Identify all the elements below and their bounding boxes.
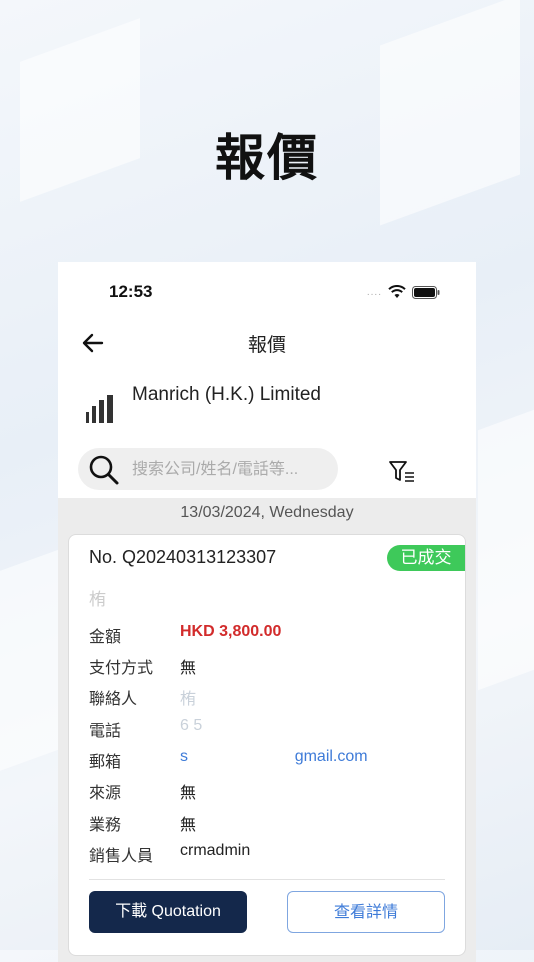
field-salesperson: 銷售人員 crmadmin bbox=[89, 842, 449, 866]
field-amount: 金額 HKD 3,800.00 bbox=[89, 623, 449, 647]
field-label: 郵箱 bbox=[89, 754, 122, 771]
page-title: 報價 bbox=[247, 335, 286, 356]
building-chart-icon bbox=[86, 395, 113, 423]
customer-name: 栯 bbox=[89, 590, 106, 609]
search-row bbox=[58, 448, 476, 494]
signal-icon: .... bbox=[366, 286, 382, 298]
status-badge: 已成交 bbox=[387, 545, 465, 571]
quotation-card[interactable]: No. Q20240313123307 已成交 栯 金額 HKD 3,800.0… bbox=[68, 534, 466, 956]
divider bbox=[89, 879, 445, 880]
status-bar: 12:53 .... bbox=[58, 282, 476, 304]
field-value: 無 bbox=[180, 817, 197, 834]
field-value: 無 bbox=[180, 785, 197, 802]
background-shape bbox=[478, 409, 534, 691]
field-value[interactable]: s gmail.com bbox=[180, 748, 368, 766]
field-label: 銷售人員 bbox=[89, 848, 154, 865]
field-value: 栯 bbox=[180, 691, 197, 708]
status-time: 12:53 bbox=[109, 282, 153, 301]
field-value: 6 5 bbox=[180, 717, 203, 734]
field-value: HKD 3,800.00 bbox=[180, 623, 282, 640]
field-business: 業務 無 bbox=[89, 811, 449, 835]
battery-icon bbox=[412, 285, 440, 299]
company-name: Manrich (H.K.) Limited bbox=[132, 384, 321, 405]
background-shape bbox=[380, 0, 520, 226]
phone-screen: 12:53 .... 報價 Manrich (H.K.) Limited 搜索公… bbox=[58, 262, 476, 962]
field-label: 金額 bbox=[89, 629, 122, 646]
quotation-list: 13/03/2024, Wednesday No. Q2024031312330… bbox=[58, 498, 476, 962]
field-contact: 聯絡人 栯 bbox=[89, 685, 449, 709]
field-label: 業務 bbox=[89, 817, 122, 834]
view-details-button[interactable]: 查看詳情 bbox=[287, 891, 445, 933]
field-email: 郵箱 s gmail.com bbox=[89, 748, 449, 772]
field-source: 來源 無 bbox=[89, 779, 449, 803]
company-header: Manrich (H.K.) Limited bbox=[84, 380, 454, 430]
date-header: 13/03/2024, Wednesday bbox=[180, 504, 354, 521]
field-payment-method: 支付方式 無 bbox=[89, 654, 449, 678]
field-label: 聯絡人 bbox=[89, 691, 138, 708]
quotation-number: No. Q20240313123307 bbox=[89, 547, 277, 567]
field-value: crmadmin bbox=[180, 842, 251, 859]
search-icon bbox=[89, 455, 119, 485]
navigation-bar: 報價 bbox=[58, 326, 476, 358]
search-box[interactable] bbox=[78, 448, 338, 492]
background-shape bbox=[0, 549, 60, 771]
filter-icon[interactable] bbox=[388, 456, 418, 486]
field-label: 支付方式 bbox=[89, 660, 154, 677]
promo-title: 報價 bbox=[215, 129, 319, 187]
field-phone: 電話 6 5 bbox=[89, 717, 449, 741]
wifi-icon bbox=[388, 285, 406, 298]
status-icons: .... bbox=[367, 285, 440, 299]
field-label: 來源 bbox=[89, 785, 122, 802]
field-label: 電話 bbox=[89, 723, 122, 740]
search-input[interactable] bbox=[130, 448, 334, 492]
download-quotation-button[interactable]: 下載 Quotation bbox=[89, 891, 247, 933]
field-value: 無 bbox=[180, 660, 197, 677]
